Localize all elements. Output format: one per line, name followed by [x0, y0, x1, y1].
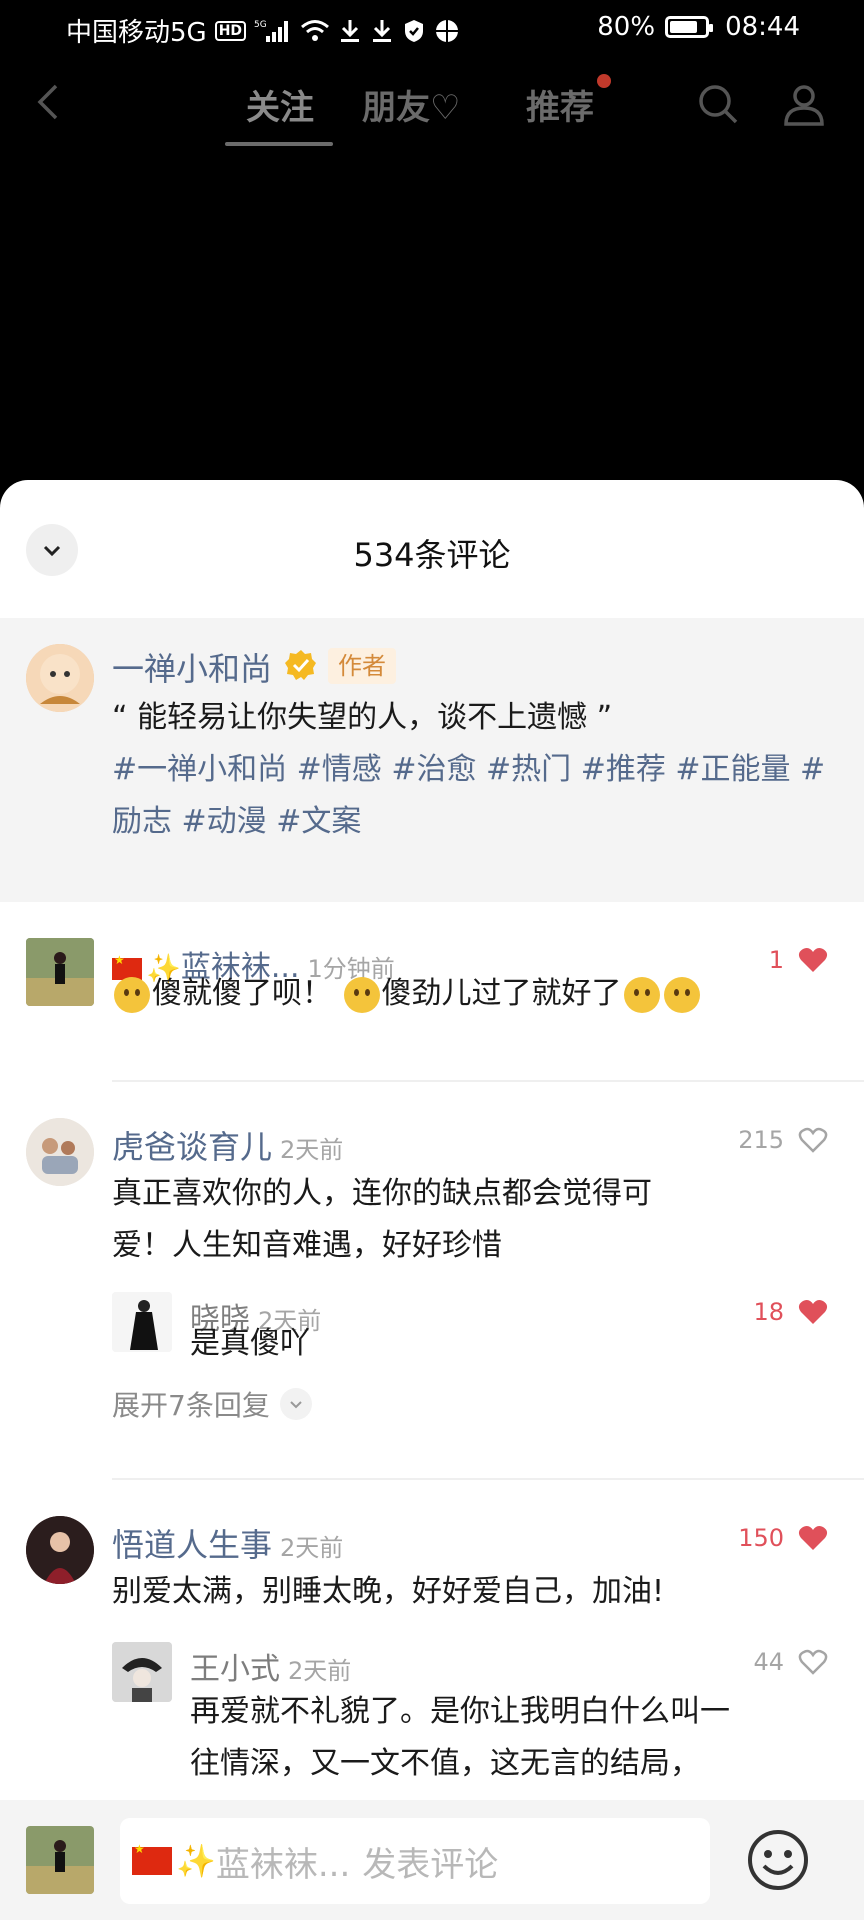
status-left: 中国移动5G HD 5G	[66, 12, 460, 49]
like-button[interactable]: 44	[753, 1648, 828, 1676]
china-flag-icon	[132, 1842, 172, 1875]
expand-replies-button[interactable]: 展开7条回复	[112, 1384, 312, 1424]
smirk-emoji-icon	[623, 976, 660, 1013]
battery-icon	[665, 16, 714, 38]
expand-replies-label: 展开7条回复	[112, 1389, 270, 1422]
shield-icon	[402, 15, 426, 47]
author-post: 一禅小和尚 作者 “ 能轻易让你失望的人，谈不上遗憾 ” #一禅小和尚 #情感 …	[0, 618, 864, 902]
status-right: 80% 08:44	[597, 12, 800, 42]
emoji-icon[interactable]	[746, 1828, 810, 1892]
commenter-name[interactable]: 悟道人生事	[112, 1526, 272, 1564]
download-icon	[338, 15, 362, 47]
chevron-down-icon	[279, 1388, 312, 1420]
sparkle-icon: ✨	[176, 1842, 216, 1880]
notification-dot	[597, 74, 611, 88]
comments-count-title: 534条评论	[353, 536, 511, 574]
heart-filled-icon	[798, 948, 828, 972]
search-icon[interactable]	[694, 80, 742, 128]
app-icon	[434, 15, 460, 47]
commenter-name-row: 虎爸谈育儿 2天前	[112, 1122, 343, 1168]
like-count: 150	[738, 1524, 784, 1552]
heart-filled-icon	[798, 1300, 828, 1324]
heart-filled-icon	[798, 1526, 828, 1550]
reply-text: 再爱就不礼貌了。是你让我明白什么叫一 往情深，又一文不值，这无言的结局，	[190, 1686, 830, 1790]
replier-avatar[interactable]	[112, 1642, 172, 1702]
heart-outline-icon	[798, 1649, 828, 1675]
reply-text-line: 再爱就不礼貌了。是你让我明白什么叫一	[190, 1694, 730, 1729]
like-button[interactable]: 215	[738, 1126, 828, 1154]
comment-text-line: 真正喜欢你的人，连你的缺点都会觉得可	[112, 1176, 652, 1211]
commenter-name-row: 悟道人生事 2天前	[112, 1520, 343, 1566]
thinking-emoji-icon	[343, 976, 380, 1013]
like-count: 44	[753, 1648, 784, 1676]
carrier-label: 中国移动5G	[66, 18, 207, 48]
comment-input-bar: ✨ 蓝袜袜... 发表评论	[0, 1800, 864, 1920]
tab-friends[interactable]: 朋友♡	[362, 80, 460, 129]
like-button[interactable]: 1	[769, 946, 828, 974]
sheet-header: 534条评论	[0, 480, 864, 618]
like-count: 1	[768, 946, 784, 974]
like-button[interactable]: 150	[738, 1524, 828, 1552]
comments-sheet: 534条评论 一禅小和尚 作者 “ 能轻易让你失望的人，谈不上遗憾 ” #一禅小…	[0, 480, 864, 1920]
input-username: 蓝袜袜...	[215, 1844, 351, 1885]
divider	[112, 1478, 864, 1480]
commenter-name[interactable]: 虎爸谈育儿	[112, 1128, 272, 1166]
comment-time: 2天前	[280, 1136, 344, 1164]
replier-avatar[interactable]	[112, 1292, 172, 1352]
like-count: 215	[738, 1126, 784, 1154]
status-bar: 中国移动5G HD 5G 80% 08:44	[0, 0, 864, 60]
commenter-avatar[interactable]	[26, 1118, 94, 1186]
signal-icon: 5G	[254, 15, 292, 47]
screen: 中国移动5G HD 5G 80% 08:44 关注 朋友♡ 推荐 534条评论 …	[0, 0, 864, 1920]
commenter-avatar[interactable]	[26, 938, 94, 1006]
network-type: 5G	[254, 20, 267, 30]
author-badge: 作者	[328, 648, 396, 684]
input-placeholder: 发表评论	[362, 1844, 499, 1885]
comment-text-line: 爱！人生知音难遇，好好珍惜	[112, 1228, 502, 1263]
profile-icon[interactable]	[780, 80, 828, 128]
like-button[interactable]: 18	[753, 1298, 828, 1326]
back-icon[interactable]	[28, 80, 72, 124]
divider	[112, 1080, 864, 1082]
comment-text: 真正喜欢你的人，连你的缺点都会觉得可 爱！人生知音难遇，好好珍惜	[112, 1168, 812, 1272]
comment-input[interactable]: ✨ 蓝袜袜... 发表评论	[120, 1818, 710, 1904]
battery-percent: 80%	[597, 12, 656, 42]
heart-outline-icon	[798, 1127, 828, 1153]
commenter-avatar[interactable]	[26, 1516, 94, 1584]
smirk-emoji-icon	[663, 976, 700, 1013]
comment-text: 别爱太满，别睡太晚，好好爱自己，加油!	[112, 1574, 665, 1609]
download-icon	[370, 15, 394, 47]
post-quote: “ 能轻易让你失望的人，谈不上遗憾 ”	[112, 700, 613, 735]
top-nav: 关注 朋友♡ 推荐	[0, 60, 864, 150]
shush-emoji-icon	[114, 976, 150, 1013]
hd-icon: HD	[214, 20, 247, 41]
clock: 08:44	[725, 12, 800, 42]
comment-text-part: 傻就傻了呗！	[152, 976, 332, 1011]
comment-text-part: 傻劲儿过了就好了	[381, 976, 622, 1011]
comment-text: 傻就傻了呗！ 傻劲儿过了就好了	[112, 968, 702, 1020]
author-name[interactable]: 一禅小和尚	[112, 644, 272, 690]
reply-text-line: 往情深，又一文不值，这无言的结局，	[190, 1746, 700, 1781]
my-avatar[interactable]	[26, 1826, 94, 1894]
wifi-icon	[300, 15, 330, 47]
verified-icon	[285, 650, 316, 680]
reply-time: 2天前	[288, 1657, 352, 1685]
battery-fill	[670, 21, 698, 33]
replier-name[interactable]: 王小式	[190, 1652, 280, 1687]
reply-text: 是真傻吖	[190, 1326, 310, 1361]
like-count: 18	[753, 1298, 784, 1326]
post-tags-line1[interactable]: #一禅小和尚 #情感 #治愈 #热门 #推荐 #正能量 #	[112, 744, 842, 796]
post-tags-line2[interactable]: 励志 #动漫 #文案	[112, 796, 842, 848]
active-tab-indicator	[225, 142, 333, 146]
replier-name-row: 王小式 2天前	[190, 1644, 351, 1688]
author-avatar[interactable]	[26, 644, 94, 712]
tab-following[interactable]: 关注	[246, 80, 314, 129]
comment-time: 2天前	[280, 1534, 344, 1562]
tab-recommend[interactable]: 推荐	[526, 80, 594, 129]
author-post-text: “ 能轻易让你失望的人，谈不上遗憾 ” #一禅小和尚 #情感 #治愈 #热门 #…	[112, 692, 842, 848]
